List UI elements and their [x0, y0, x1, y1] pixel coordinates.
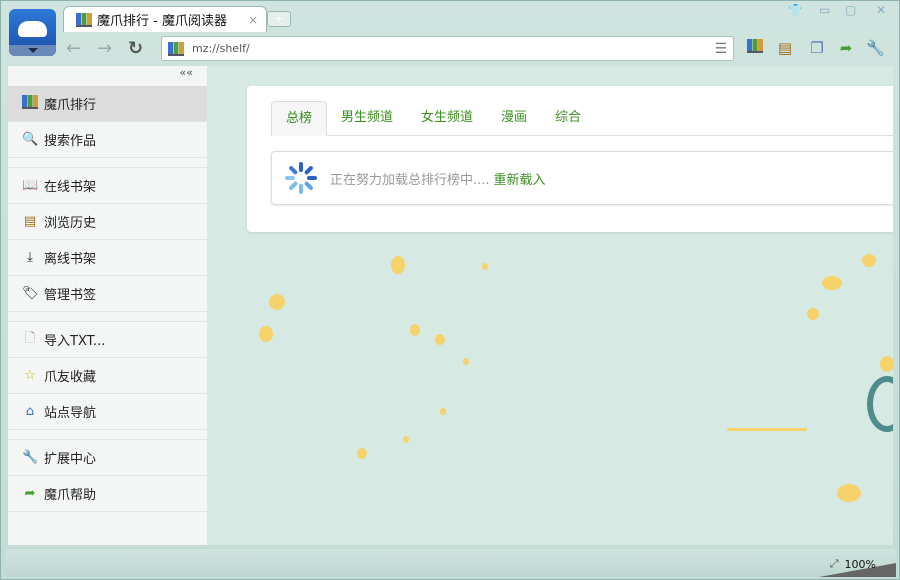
sidebar-item-label: 魔爪排行 — [44, 98, 97, 113]
sidebar-item-label: 魔爪帮助 — [44, 488, 97, 503]
url-text[interactable]: mz://shelf/ — [192, 42, 714, 55]
chart-icon — [22, 94, 38, 109]
minimize-button[interactable]: ▭ — [819, 3, 830, 17]
wrench-toolbar-button[interactable]: 🔧 — [866, 39, 885, 57]
new-tab-button[interactable]: + — [267, 11, 291, 27]
loading-panel: 正在努力加载总排行榜中.... 重新载入 — [271, 151, 893, 205]
sidebar-item-help[interactable]: ➦ 魔爪帮助 — [8, 476, 207, 512]
ranking-tabs: 总榜 男生频道 女生频道 漫画 综合 — [271, 101, 893, 136]
sidebar: «« 魔爪排行 🔍 搜索作品 📖 在线书架 ▤ 浏览历史 ⤓ 离线书架 🏷 管理书签 🗋 导… — [8, 66, 207, 545]
share-toolbar-button[interactable]: ➦ — [837, 39, 855, 57]
sidebar-item-label: 爪友收藏 — [44, 370, 97, 385]
fullscreen-icon[interactable]: ⤢ — [830, 557, 839, 571]
reload-button[interactable]: ↻ — [128, 38, 143, 59]
sidebar-item-label: 站点导航 — [44, 406, 97, 421]
star-icon: ☆ — [24, 368, 36, 383]
ranking-toolbar-button[interactable] — [746, 39, 764, 57]
tab-overall[interactable]: 总榜 — [271, 101, 328, 136]
sidebar-item-label: 导入TXT... — [44, 334, 106, 349]
app-logo-menu[interactable] — [9, 9, 56, 56]
sidebar-item-label: 管理书签 — [44, 288, 97, 303]
tshirt-icon[interactable]: 👕 — [788, 3, 803, 17]
bookshelf-toolbar-button[interactable]: ▤ — [776, 39, 794, 57]
sidebar-item-label: 搜索作品 — [44, 134, 97, 149]
sidebar-item-label: 扩展中心 — [44, 452, 97, 467]
collapse-sidebar-button[interactable]: «« — [8, 66, 207, 86]
tab-title: 魔爪排行 - 魔爪阅读器 — [97, 14, 227, 29]
tab-female[interactable]: 女生频道 — [407, 101, 487, 135]
ranking-card: 总榜 男生频道 女生频道 漫画 综合 正在努力加载总排行榜中.... 重新载入 — [247, 86, 893, 232]
sidebar-item-online-shelf[interactable]: 📖 在线书架 — [8, 168, 207, 204]
tab-male[interactable]: 男生频道 — [327, 101, 407, 135]
maximize-button[interactable]: ▢ — [845, 3, 856, 17]
search-icon: 🔍 — [22, 132, 39, 147]
download-icon: ⤓ — [27, 250, 33, 265]
file-icon: 🗋 — [24, 330, 36, 346]
book-icon: 📖 — [22, 178, 39, 193]
pages-toolbar-button[interactable]: ❐ — [808, 39, 826, 57]
sidebar-item-ranking[interactable]: 魔爪排行 — [8, 86, 207, 122]
tab-comics[interactable]: 漫画 — [487, 101, 541, 135]
reload-link[interactable]: 重新载入 — [494, 169, 546, 188]
forward-button[interactable]: → — [97, 38, 112, 59]
main-content: 总榜 男生频道 女生频道 漫画 综合 正在努力加载总排行榜中.... 重新载入 — [207, 66, 893, 545]
loading-message: 正在努力加载总排行榜中.... — [330, 172, 490, 188]
browser-window: 魔爪排行 - 魔爪阅读器 × + 👕 ▭ ▢ ✕ ← → ↻ mz://shel… — [0, 0, 900, 580]
wrench-icon: 🔧 — [22, 450, 39, 465]
loading-spinner-icon — [284, 161, 318, 195]
history-icon: ▤ — [23, 214, 37, 229]
chart-icon — [76, 12, 92, 27]
tag-icon: 🏷 — [22, 286, 39, 301]
status-bar: ⤢ 100% — [6, 549, 896, 577]
browser-tab[interactable]: 魔爪排行 - 魔爪阅读器 × — [63, 6, 267, 32]
chart-icon — [747, 39, 763, 53]
reader-mode-icon[interactable]: ☰ — [714, 41, 727, 57]
sidebar-item-site-nav[interactable]: ⌂ 站点导航 — [8, 394, 207, 430]
sidebar-item-label: 在线书架 — [44, 180, 97, 195]
sidebar-item-label: 浏览历史 — [44, 216, 97, 231]
back-button[interactable]: ← — [66, 38, 81, 59]
sidebar-item-label: 离线书架 — [44, 252, 97, 267]
zoom-level[interactable]: 100% — [845, 558, 876, 571]
sidebar-item-search[interactable]: 🔍 搜索作品 — [8, 122, 207, 158]
sidebar-item-bookmarks[interactable]: 🏷 管理书签 — [8, 276, 207, 312]
home-icon: ⌂ — [25, 404, 35, 419]
sidebar-item-offline-shelf[interactable]: ⤓ 离线书架 — [8, 240, 207, 276]
help-icon: ➦ — [24, 486, 36, 501]
address-bar[interactable]: mz://shelf/ ☰ — [161, 36, 734, 61]
sidebar-item-favorites[interactable]: ☆ 爪友收藏 — [8, 358, 207, 394]
tab-general[interactable]: 综合 — [541, 101, 595, 135]
close-button[interactable]: ✕ — [876, 3, 886, 17]
sidebar-item-extensions[interactable]: 🔧 扩展中心 — [8, 440, 207, 476]
sidebar-item-import-txt[interactable]: 🗋 导入TXT... — [8, 322, 207, 358]
chart-icon — [168, 41, 184, 56]
sidebar-item-history[interactable]: ▤ 浏览历史 — [8, 204, 207, 240]
tab-close-button[interactable]: × — [248, 13, 258, 27]
